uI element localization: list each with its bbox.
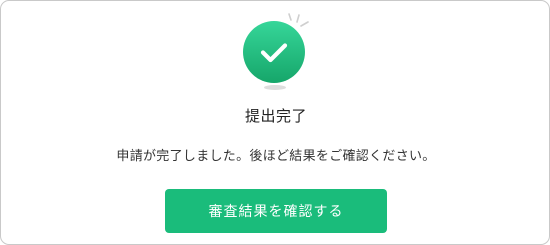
check-circle-icon [243, 21, 305, 83]
dialog-message: 申請が完了しました。後ほど結果をご確認ください。 [116, 149, 436, 164]
completion-dialog: 提出完了 申請が完了しました。後ほど結果をご確認ください。 審査結果を確認する [0, 0, 550, 245]
dialog-title: 提出完了 [244, 107, 307, 125]
success-illustration [229, 9, 319, 93]
icon-shadow [264, 85, 286, 90]
view-review-result-button[interactable]: 審査結果を確認する [165, 189, 387, 233]
